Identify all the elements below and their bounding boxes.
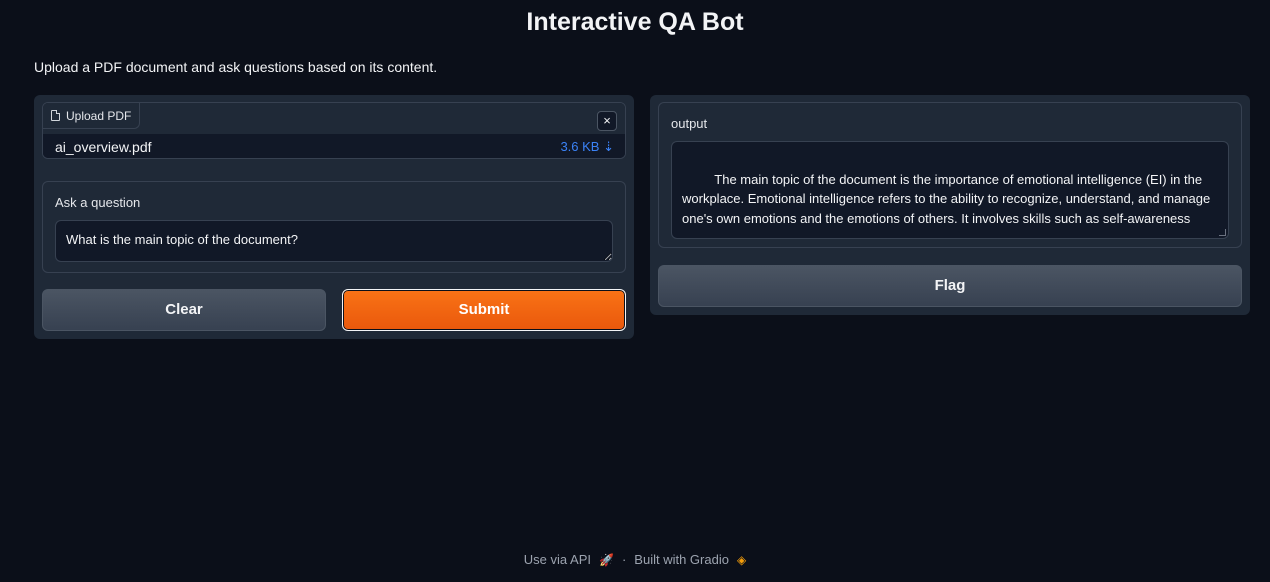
clear-button[interactable]: Clear — [42, 289, 326, 331]
page-title: Interactive QA Bot — [526, 8, 744, 36]
resize-handle-icon[interactable] — [1219, 229, 1226, 236]
question-input[interactable]: What is the main topic of the document? — [55, 220, 613, 262]
output-label: output — [671, 116, 708, 131]
clear-file-button[interactable]: × — [597, 111, 617, 131]
app-root: Interactive QA Bot Upload a PDF document… — [0, 0, 1270, 582]
api-link[interactable]: Use via API — [524, 552, 591, 567]
output-block: output The main topic of the document is… — [658, 102, 1242, 248]
page-description: Upload a PDF document and ask questions … — [34, 59, 438, 75]
file-row: ai_overview.pdf 3.6 KB ⇣ — [43, 134, 625, 158]
footer: Use via API 🚀 · Built with Gradio ◈ — [0, 552, 1270, 567]
file-size: 3.6 KB — [560, 139, 600, 154]
input-column: Upload PDF × ai_overview.pdf 3.6 KB ⇣ As… — [34, 95, 634, 339]
file-download-link[interactable]: 3.6 KB ⇣ — [560, 139, 614, 155]
output-column: output The main topic of the document is… — [650, 95, 1250, 315]
submit-button[interactable]: Submit — [342, 289, 626, 331]
question-block: Ask a question What is the main topic of… — [42, 181, 626, 273]
pdf-upload[interactable]: Upload PDF × ai_overview.pdf 3.6 KB ⇣ — [42, 102, 626, 159]
built-with-gradio-link[interactable]: Built with Gradio — [634, 552, 729, 567]
output-text: The main topic of the document is the im… — [682, 171, 1214, 226]
output-textbox[interactable]: The main topic of the document is the im… — [671, 141, 1229, 239]
flag-button[interactable]: Flag — [658, 265, 1242, 307]
gradio-logo-icon: ◈ — [736, 552, 747, 567]
close-icon: × — [603, 113, 611, 128]
upload-label: Upload PDF — [43, 103, 141, 129]
rocket-icon: 🚀 — [599, 552, 614, 567]
download-icon: ⇣ — [603, 139, 614, 154]
file-icon — [51, 110, 60, 121]
upload-label-text: Upload PDF — [66, 108, 132, 123]
footer-separator: · — [621, 552, 627, 567]
question-label: Ask a question — [55, 195, 141, 210]
file-name: ai_overview.pdf — [55, 139, 152, 155]
